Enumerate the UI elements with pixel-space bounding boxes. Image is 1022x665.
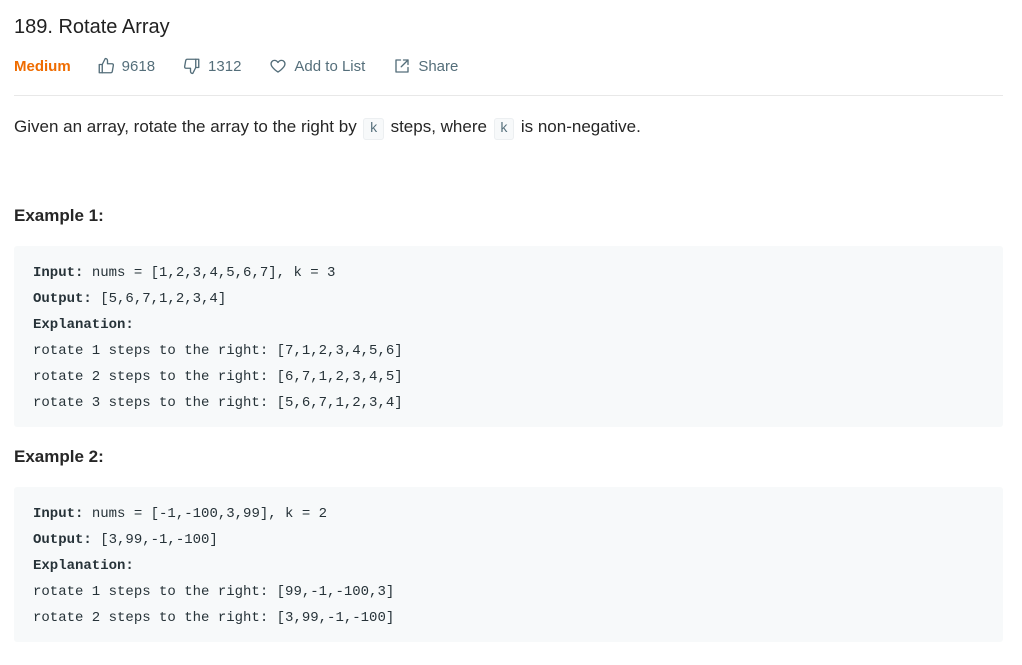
explanation-step: rotate 2 steps to the right: [6,7,1,2,3,… <box>33 369 403 385</box>
input-label: Input: <box>33 265 84 281</box>
example-explanation-line: Explanation: <box>33 312 984 338</box>
dislike-button[interactable]: 1312 <box>183 57 241 75</box>
input-value: nums = [-1,-100,3,99], k = 2 <box>83 506 328 522</box>
example-2-code-block: Input: nums = [-1,-100,3,99], k = 2 Outp… <box>14 487 1003 642</box>
add-to-list-label: Add to List <box>294 57 366 75</box>
problem-description: Given an array, rotate the array to the … <box>14 113 641 143</box>
difficulty-label: Medium <box>14 57 71 75</box>
example-explanation-line: Explanation: <box>33 553 984 579</box>
problem-title: 189. Rotate Array <box>14 16 170 38</box>
example-output-line: Output: [5,6,7,1,2,3,4] <box>33 286 984 312</box>
add-to-list-button[interactable]: Add to List <box>269 57 365 75</box>
share-icon <box>395 59 409 73</box>
output-label: Output: <box>33 532 92 548</box>
example-1-code-block: Input: nums = [1,2,3,4,5,6,7], k = 3 Out… <box>14 246 1003 427</box>
input-label: Input: <box>33 506 84 522</box>
thumbs-down-icon <box>184 58 200 75</box>
thumbs-up-icon <box>98 57 114 74</box>
explanation-step: rotate 3 steps to the right: [5,6,7,1,2,… <box>33 395 403 411</box>
inline-code-k: k <box>363 118 384 140</box>
explanation-label: Explanation: <box>33 317 134 333</box>
share-button[interactable]: Share <box>393 57 458 75</box>
inline-code-k: k <box>493 118 515 140</box>
explanation-step: rotate 1 steps to the right: [7,1,2,3,4,… <box>33 343 403 359</box>
example-input-line: Input: nums = [-1,-100,3,99], k = 2 <box>33 501 984 527</box>
description-text-1: Given an array, rotate the array to the … <box>14 117 357 136</box>
input-value: nums = [1,2,3,4,5,6,7], k = 3 <box>83 265 336 281</box>
output-value: [5,6,7,1,2,3,4] <box>91 291 227 307</box>
explanation-step: rotate 1 steps to the right: [99,-1,-100… <box>33 584 395 600</box>
output-value: [3,99,-1,-100] <box>91 532 218 548</box>
explanation-step: rotate 2 steps to the right: [3,99,-1,-1… <box>33 610 395 626</box>
heart-icon <box>270 59 287 73</box>
like-count: 9618 <box>121 57 156 75</box>
like-button[interactable]: 9618 <box>97 57 155 75</box>
example-output-line: Output: [3,99,-1,-100] <box>33 527 984 553</box>
explanation-label: Explanation: <box>33 558 134 574</box>
share-label: Share <box>418 57 459 75</box>
description-text-2: steps, where <box>390 117 487 136</box>
header-divider <box>14 95 1003 96</box>
example-input-line: Input: nums = [1,2,3,4,5,6,7], k = 3 <box>33 260 984 286</box>
description-text-3: is non-negative. <box>520 117 641 136</box>
example-2-title: Example 2: <box>14 447 104 466</box>
dislike-count: 1312 <box>208 57 242 75</box>
output-label: Output: <box>33 291 92 307</box>
example-1-title: Example 1: <box>14 206 104 225</box>
problem-meta-bar: Medium 9618 1312 Add to List Share <box>14 54 486 78</box>
